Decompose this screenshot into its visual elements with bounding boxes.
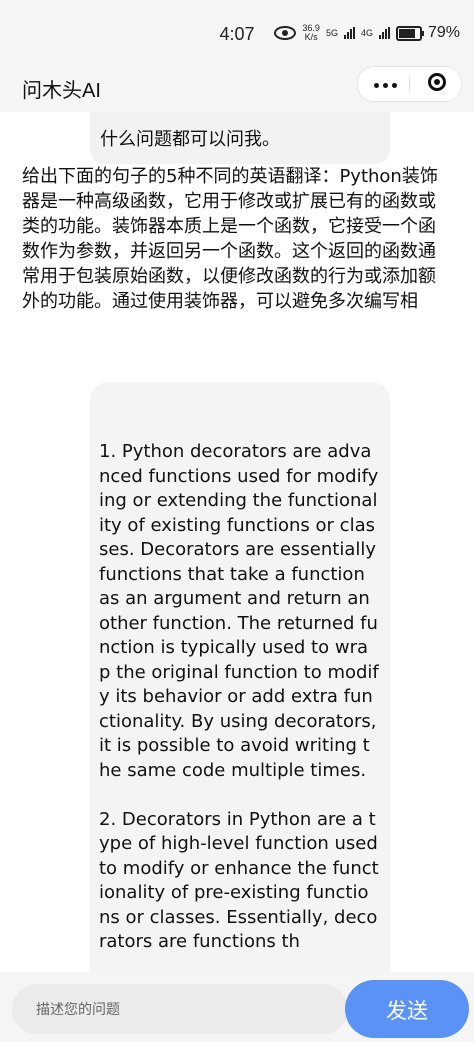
signal-4g-label: 4G: [360, 28, 373, 38]
assistant-bubble-reply: 1. Python decorators are advanced functi…: [90, 382, 390, 972]
status-bar: 4:07 36.9 K/s 5G 4G 79%: [0, 0, 474, 66]
signal-bars-icon-2: [378, 27, 390, 39]
capsule-divider: [409, 76, 410, 92]
input-bar: 描述您的问题 发送: [0, 972, 474, 1042]
eye-icon: [274, 26, 297, 40]
assistant-reply-text: 1. Python decorators are advanced functi…: [99, 441, 379, 952]
page-title: 问木头AI: [22, 80, 101, 102]
question-input[interactable]: 描述您的问题: [12, 984, 348, 1034]
assistant-bubble-intro: 什么问题都可以问我。: [90, 112, 390, 164]
network-speed-unit: K/s: [304, 32, 318, 42]
send-button[interactable]: 发送: [345, 980, 469, 1038]
more-dots-icon[interactable]: [374, 83, 397, 88]
nav-bar: 问木头AI: [0, 66, 474, 112]
signal-bars-icon: [343, 27, 355, 39]
chat-area[interactable]: 什么问题都可以问我。 给出下面的句子的5种不同的英语翻译：Python装饰器是一…: [0, 112, 474, 972]
signal-5g-label: 5G: [325, 28, 338, 38]
question-input-placeholder: 描述您的问题: [36, 1002, 120, 1018]
battery-icon: [395, 25, 424, 41]
miniprogram-capsule: [357, 66, 462, 102]
target-icon[interactable]: [428, 73, 446, 91]
assistant-intro-text: 什么问题都可以问我。: [100, 129, 280, 150]
send-button-label: 发送: [386, 999, 428, 1023]
battery-percent: 79%: [427, 24, 460, 41]
status-icons: 36.9 K/s 5G 4G 79%: [274, 24, 460, 42]
network-speed: 36.9 K/s: [302, 24, 320, 42]
user-message: 给出下面的句子的5种不同的英语翻译：Python装饰器是一种高级函数，它用于修改…: [22, 166, 438, 312]
